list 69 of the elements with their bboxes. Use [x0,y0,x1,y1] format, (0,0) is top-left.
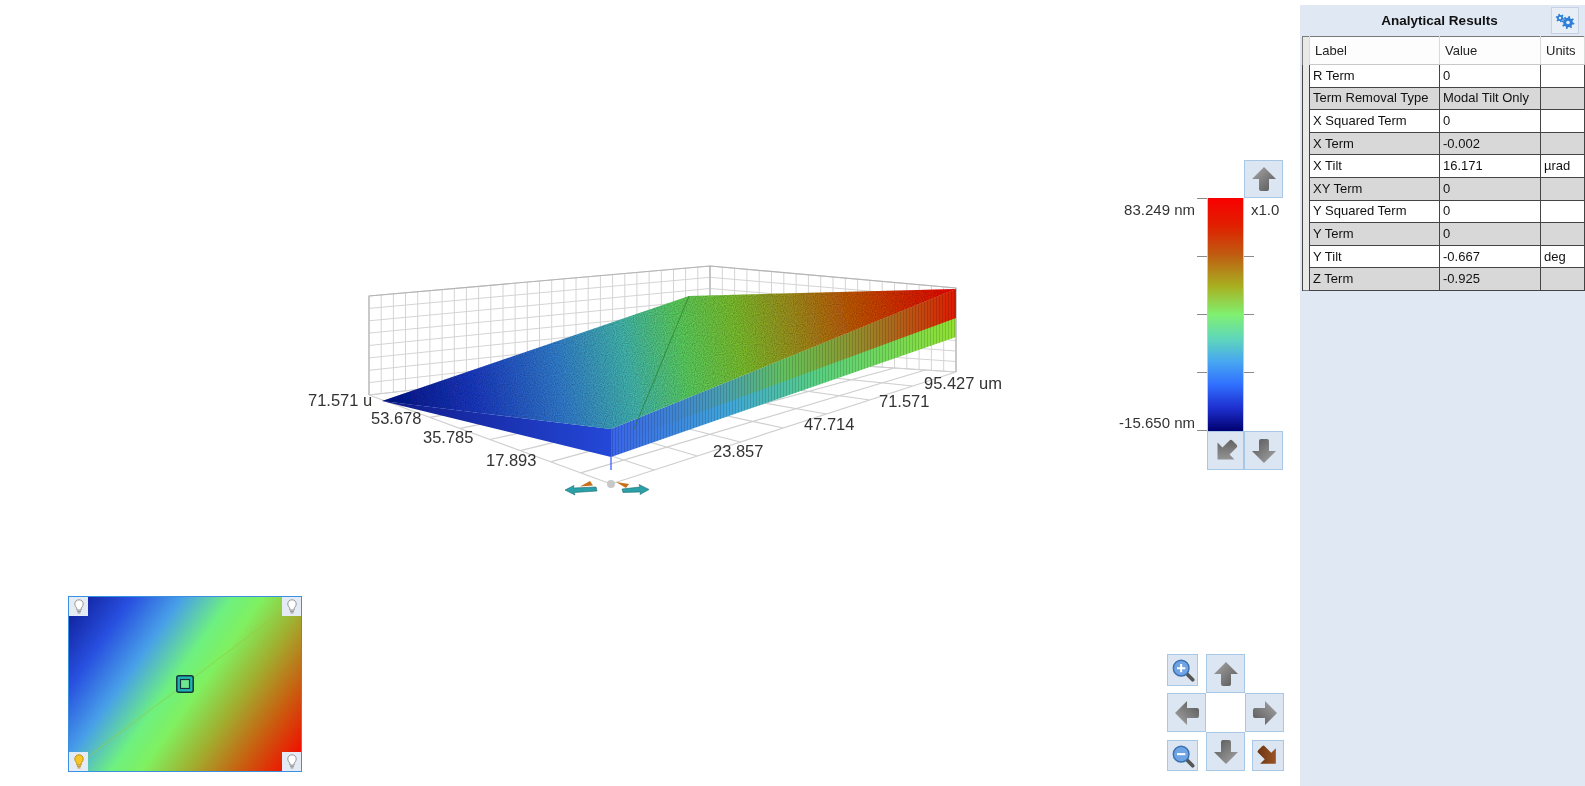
left-arrow-icon [1173,699,1200,726]
settings-icon [1555,12,1575,29]
table-cell: Modal Tilt Only [1439,87,1541,110]
down-arrow-icon [1212,738,1239,765]
column-header: Label [1309,36,1440,65]
rotate-handle-icon[interactable] [616,482,650,495]
light-toggle[interactable] [69,752,88,771]
table-cell: X Squared Term [1309,109,1440,133]
light-bulb-icon [73,599,84,614]
table-cell: XY Term [1309,177,1440,201]
table-cell: X Tilt [1309,154,1440,178]
zoom-in-icon [1170,658,1195,682]
square-marker-icon[interactable] [176,675,194,693]
light-toggle[interactable] [282,597,301,616]
light-toggle[interactable] [69,597,88,616]
reset-view-button[interactable] [1252,740,1284,771]
light-bulb-icon [73,754,84,769]
column-header: Value [1439,36,1541,65]
table-cell: X Term [1309,132,1440,155]
up-arrow-icon [1212,660,1239,687]
table-cell: 0 [1439,222,1541,246]
rotate-handle-icon[interactable] [564,481,598,496]
table-cell: 16.171 [1439,154,1541,178]
zoom-in-button[interactable] [1167,654,1198,686]
surface-minimap[interactable] [68,596,302,772]
up-arrow-icon [1250,166,1277,192]
table-cell: R Term [1309,64,1440,88]
table-cell: 0 [1439,200,1541,223]
table-cell: 0 [1439,109,1541,133]
axis-tick-label: 47.714 [804,415,855,433]
table-cell: 0 [1439,177,1541,201]
scale-down-button[interactable] [1244,431,1283,470]
table-cell: Y Tilt [1309,245,1440,268]
right-arrow-icon [1251,699,1278,726]
axis-tick-label: 53.678 [371,409,422,427]
light-bulb-icon [286,754,297,769]
axis-tick-label: 71.571 u [308,391,373,409]
table-cell: µrad [1540,154,1585,178]
zoom-out-button[interactable] [1167,740,1198,771]
table-cell: deg [1540,245,1585,268]
table-cell: -0.925 [1439,267,1541,291]
light-toggle[interactable] [282,752,301,771]
zoom-out-icon [1170,743,1195,768]
axis-tick-label: 71.571 [879,392,930,410]
axis-tick-label: 17.893 [486,451,537,469]
column-header: Units [1540,36,1585,65]
table-cell: Z Term [1309,267,1440,291]
scale-up-button[interactable] [1244,160,1283,198]
panel-title: Analytical Results [1380,13,1499,28]
pan-right-button[interactable] [1245,693,1284,732]
table-cell: -0.002 [1439,132,1541,155]
table-cell: 0 [1439,64,1541,88]
table-cell: Term Removal Type [1309,87,1440,110]
scale-max-label: 83.249 nm [1124,201,1195,218]
scale-reset-button[interactable] [1207,431,1244,470]
settings-button[interactable] [1551,7,1579,34]
table-cell: Y Term [1309,222,1440,246]
scale-min-label: -15.650 nm [1119,414,1195,431]
pan-up-button[interactable] [1206,654,1245,693]
table-cell: -0.667 [1439,245,1541,268]
down-arrow-icon [1250,437,1277,464]
light-bulb-icon [286,599,297,614]
table-cell: Y Squared Term [1309,200,1440,223]
pan-down-button[interactable] [1206,732,1245,771]
axis-tick-label: 95.427 um [924,374,1002,392]
axis-tick-label: 35.785 [423,428,474,446]
scale-factor-label: x1.0 [1251,201,1280,218]
pan-left-button[interactable] [1167,693,1206,732]
axis-tick-label: 23.857 [713,442,764,460]
